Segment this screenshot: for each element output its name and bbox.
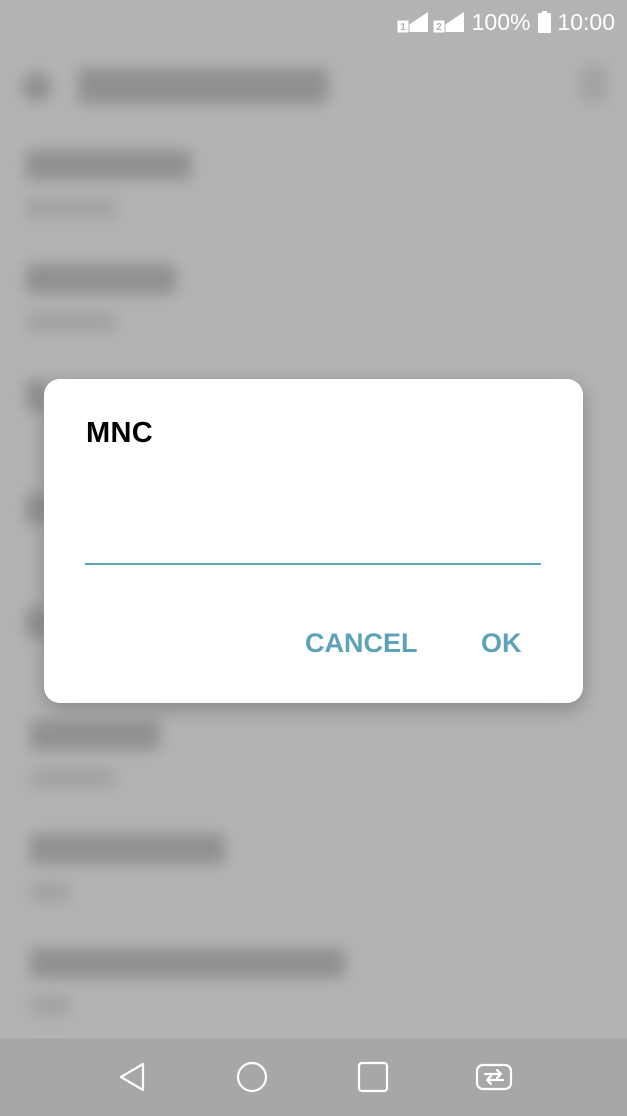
navigation-bar — [0, 1038, 627, 1116]
sim1-label: 1 — [400, 22, 406, 33]
home-icon[interactable] — [232, 1057, 272, 1097]
dialog-title: MNC — [86, 417, 153, 449]
recents-icon[interactable] — [353, 1057, 393, 1097]
dual-window-icon[interactable] — [474, 1057, 514, 1097]
sim1-signal-icon: 1 — [396, 10, 430, 34]
sim2-label: 2 — [436, 22, 442, 33]
back-icon[interactable] — [112, 1057, 152, 1097]
mnc-dialog: MNC CANCEL OK — [44, 379, 583, 703]
battery-percentage: 100% — [471, 8, 531, 35]
clock: 10:00 — [557, 8, 615, 35]
battery-icon — [538, 11, 552, 33]
sim2-signal-icon: 2 — [432, 10, 466, 34]
ok-button[interactable]: OK — [481, 628, 522, 659]
status-bar: 1 2 100% 10:00 — [0, 0, 627, 44]
cancel-button[interactable]: CANCEL — [305, 628, 418, 659]
mnc-input[interactable] — [85, 519, 541, 565]
